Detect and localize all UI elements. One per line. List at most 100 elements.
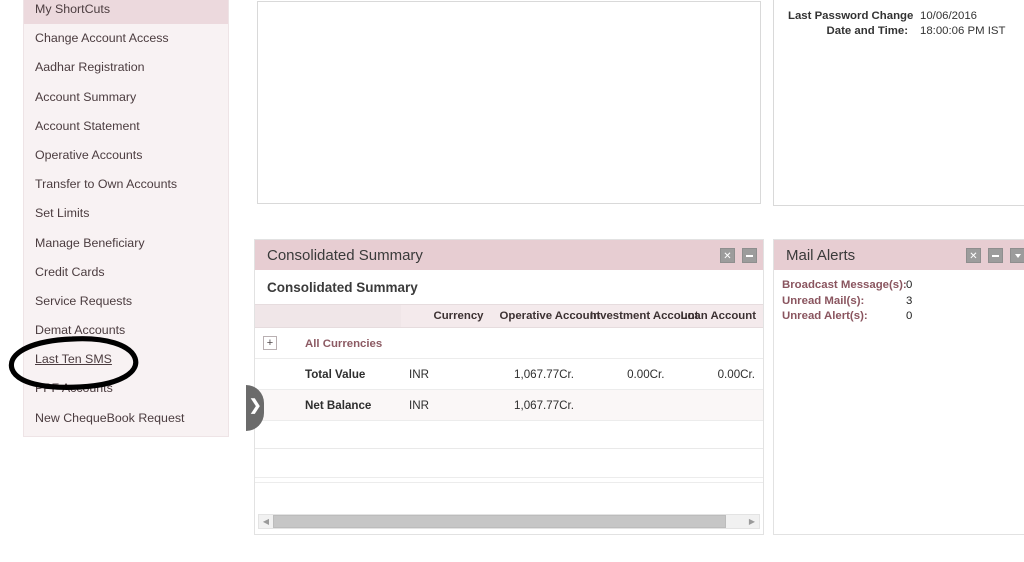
sidebar-item[interactable]: Account Statement [24,112,228,141]
last-password-change-time: 18:00:06 PM IST [920,25,1006,37]
mail-alert-label: Broadcast Message(s): [782,279,907,291]
sidebar-item[interactable]: Account Summary [24,83,228,112]
sidebar-item[interactable]: New ChequeBook Request [24,404,228,433]
column-header: Currency [401,304,492,328]
table-cell: INR [401,358,492,390]
sidebar-item[interactable]: Aadhar Registration [24,53,228,82]
sidebar-item-label: Change Account Access [35,31,169,46]
last-password-change-panel: Last Password Change Date and Time: 10/0… [773,0,1024,212]
sidebar-item[interactable]: Last Ten SMS [24,345,228,374]
last-password-change-label-line1: Last Password Change [788,10,914,22]
sidebar-item[interactable]: Demat Accounts [24,316,228,345]
row-label: Net Balance [297,389,401,421]
consolidated-summary-panel: Consolidated Summary ✕ Consolidated Summ… [254,239,764,535]
divider [255,482,763,483]
table-cell [582,389,673,421]
consolidated-summary-tbody: + All Currencies Total Value INR 1,067.77Cr.… [255,327,763,421]
mail-alerts-header: Mail Alerts ✕ [774,240,1024,270]
divider [255,477,763,478]
sidebar-item[interactable]: PPF Accounts [24,374,228,403]
sidebar-item-label: Credit Cards [35,264,105,279]
all-currencies-link[interactable]: All Currencies [305,338,382,350]
column-header: Investment Account [582,304,698,328]
sidebar-item[interactable]: Change Account Access [24,24,228,53]
consolidated-summary-header: Consolidated Summary ✕ [255,240,763,270]
top-center-panel [254,0,764,210]
sidebar-item[interactable]: Manage Beneficiary [24,229,228,258]
table-cell [255,358,297,390]
scrollbar-track[interactable] [273,515,745,528]
sidebar-item-label: Set Limits [35,206,90,221]
scrollbar-thumb[interactable] [273,515,727,528]
table-cell: INR [401,389,492,421]
table-cell [672,327,763,359]
last-password-change-labels: Last Password Change Date and Time: [788,9,914,39]
table-row: Net Balance INR 1,067.77Cr. [255,389,763,421]
table-cell: 1,067.77Cr. [491,389,582,421]
column-header: Loan Account [672,304,763,328]
close-icon[interactable]: ✕ [720,247,735,263]
all-currencies-cell: All Currencies [297,327,401,359]
minimize-icon[interactable] [988,247,1003,263]
last-password-change-date: 10/06/2016 [920,10,978,22]
sidebar-item-label: Service Requests [35,293,133,308]
sidebar-item-label: Demat Accounts [35,323,126,338]
mail-alert-value: 0 [906,279,913,291]
chevron-right-icon: ❯ [249,397,262,414]
last-password-change-grid: Last Password Change Date and Time: 10/0… [788,9,1005,39]
table-cell [491,327,582,359]
table-cell: 1,067.77Cr. [491,358,582,390]
sidebar-item[interactable]: Service Requests [24,287,228,316]
sidebar-item[interactable]: Operative Accounts [24,141,228,170]
plus-icon[interactable]: + [263,336,277,350]
sidebar-item-label: Last Ten SMS [35,352,112,367]
last-password-change-body: Last Password Change Date and Time: 10/0… [773,0,1024,206]
sidebar-item[interactable]: Set Limits [24,199,228,228]
sidebar-item-label: New ChequeBook Request [35,410,185,425]
table-row: Total Value INR 1,067.77Cr. 0.00Cr. 0.00Cr. [255,358,763,390]
sidebar-item-label: Aadhar Registration [35,60,145,75]
chevron-down-icon[interactable] [1010,247,1024,263]
shortcuts-sidebar: My ShortCuts Change Account Access Aadhar … [23,0,229,437]
mail-alert-label: Unread Alert(s): [782,310,868,322]
table-cell: 0.00Cr. [672,358,763,390]
mail-alerts-panel: Mail Alerts ✕ Broadcast Message(s): 0 Unre… [773,239,1024,535]
scroll-left-arrow-icon[interactable]: ◀ [259,515,273,528]
last-password-change-label-line2: Date and Time: [826,25,908,37]
table-header-row: Currency Operative Account Investment Acco… [255,304,763,328]
sidebar-item[interactable]: Credit Cards [24,258,228,287]
expand-cell: + [255,327,297,359]
consolidated-summary-table: Currency Operative Account Investment Acco… [255,304,763,421]
close-icon[interactable]: ✕ [966,247,981,263]
mail-alert-row: Unread Alert(s): 0 [782,309,1024,325]
row-label: Total Value [297,358,401,390]
scroll-right-arrow-icon[interactable]: ▶ [745,515,759,528]
sidebar-item-label: Manage Beneficiary [35,235,145,250]
sidebar-item-label: Transfer to Own Accounts [35,177,178,192]
mail-alert-value: 0 [906,310,913,322]
table-row: + All Currencies [255,327,763,359]
sidebar-item-label: PPF Accounts [35,381,113,396]
minimize-icon[interactable] [742,247,757,263]
consolidated-summary-thead: Currency Operative Account Investment Acco… [255,304,763,328]
consolidated-summary-title: Consolidated Summary [267,246,423,264]
sidebar-item[interactable]: My ShortCuts [24,0,228,25]
sidebar-item-label: Account Statement [35,118,140,133]
column-header [297,304,401,328]
table-cell [401,327,492,359]
mail-alert-row: Broadcast Message(s): 0 [782,278,1024,294]
mail-alert-value: 3 [906,294,913,307]
horizontal-scrollbar[interactable]: ◀ ▶ [258,514,760,529]
sidebar-item[interactable]: Transfer to Own Accounts [24,170,228,199]
sidebar-item-label: Operative Accounts [35,147,143,162]
consolidated-summary-body: Consolidated Summary Currency Operative A… [255,270,763,534]
table-cell [582,327,673,359]
page-root: My ShortCuts Change Account Access Aadhar … [0,0,1024,562]
top-center-panel-body [257,1,761,204]
column-header [255,304,297,328]
sidebar-item-label: Account Summary [35,89,137,104]
mail-alert-label: Unread Mail(s): [782,294,865,307]
column-header: Operative Account [491,304,600,328]
last-password-change-values: 10/06/2016 18:00:06 PM IST [908,9,1005,39]
sidebar-item-label: My ShortCuts [35,2,111,16]
